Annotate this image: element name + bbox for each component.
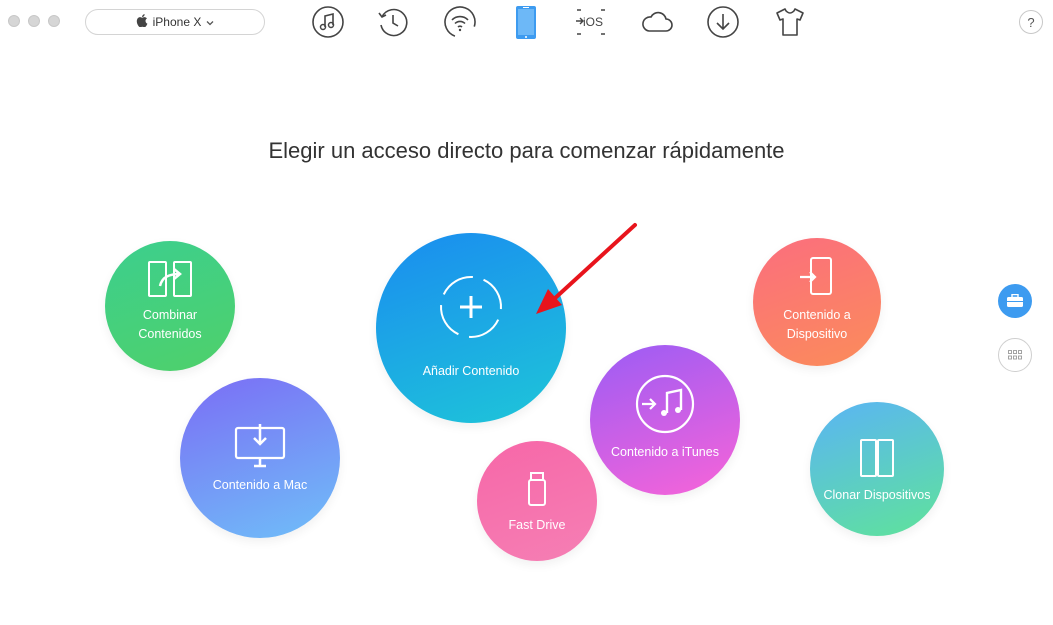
chevron-down-icon <box>206 15 214 29</box>
shortcut-combinar-contenidos[interactable]: Combinar Contenidos <box>105 241 235 371</box>
shortcut-label: Contenido a iTunes <box>611 444 719 459</box>
apple-logo-icon <box>136 14 148 30</box>
shortcut-anadir-contenido[interactable]: Añadir Contenido <box>376 233 566 423</box>
history-icon <box>378 8 408 37</box>
phone-tool-button[interactable] <box>508 4 544 40</box>
page-title: Elegir un acceso directo para comenzar r… <box>268 138 785 163</box>
window-close-button[interactable] <box>8 15 20 27</box>
to-device-icon <box>800 257 832 295</box>
shortcut-label: Contenido a Mac <box>212 477 308 492</box>
shortcut-contenido-a-itunes[interactable]: Contenido a iTunes <box>590 345 740 495</box>
shortcut-clonar-dispositivos[interactable]: Clonar Dispositivos <box>810 402 944 536</box>
grid-icon <box>1008 350 1022 360</box>
grid-side-button[interactable] <box>998 338 1032 372</box>
help-label: ? <box>1027 14 1035 30</box>
shortcut-label: Clonar Dispositivos <box>823 487 931 502</box>
shirt-tool-button[interactable] <box>772 4 808 40</box>
wifi-tool-button[interactable] <box>442 4 478 40</box>
window-minimize-button[interactable] <box>28 15 40 27</box>
to-ios-tool-button[interactable]: iOS <box>573 4 609 40</box>
itunes-icon <box>635 374 695 433</box>
svg-text:iOS: iOS <box>583 15 603 29</box>
shortcut-contenido-a-dispositivo[interactable]: Contenido a Dispositivo <box>753 238 881 366</box>
merge-content-icon <box>148 261 192 297</box>
shortcut-fast-drive[interactable]: Fast Drive <box>477 441 597 561</box>
shortcut-label: Combinar Contenidos <box>138 308 202 341</box>
music-tool-button[interactable] <box>310 4 346 40</box>
clone-devices-icon <box>860 438 894 477</box>
help-button[interactable]: ? <box>1019 10 1043 34</box>
shortcut-label: Añadir Contenido <box>422 363 520 378</box>
wifi-icon <box>444 6 476 38</box>
toolbox-side-button[interactable] <box>998 284 1032 318</box>
window-zoom-button[interactable] <box>48 15 60 27</box>
shortcut-label: Fast Drive <box>508 517 566 532</box>
shortcut-contenido-a-mac[interactable]: Contenido a Mac <box>180 378 340 538</box>
shirt-icon <box>776 8 804 36</box>
add-plus-icon <box>440 275 502 338</box>
download-icon <box>707 6 739 38</box>
to-ios-icon: iOS <box>576 9 605 35</box>
cloud-icon <box>642 11 673 32</box>
mac-monitor-icon <box>234 423 286 467</box>
usb-drive-icon <box>528 471 546 506</box>
device-name: iPhone X <box>152 15 202 29</box>
history-tool-button[interactable] <box>375 4 411 40</box>
download-tool-button[interactable] <box>705 4 741 40</box>
toolbox-icon <box>1007 294 1023 307</box>
device-selector[interactable]: iPhone X <box>85 9 265 35</box>
cloud-tool-button[interactable] <box>639 4 675 40</box>
shortcut-label: Contenido a Dispositivo <box>783 308 851 341</box>
music-icon <box>312 6 344 38</box>
phone-icon <box>516 6 536 39</box>
